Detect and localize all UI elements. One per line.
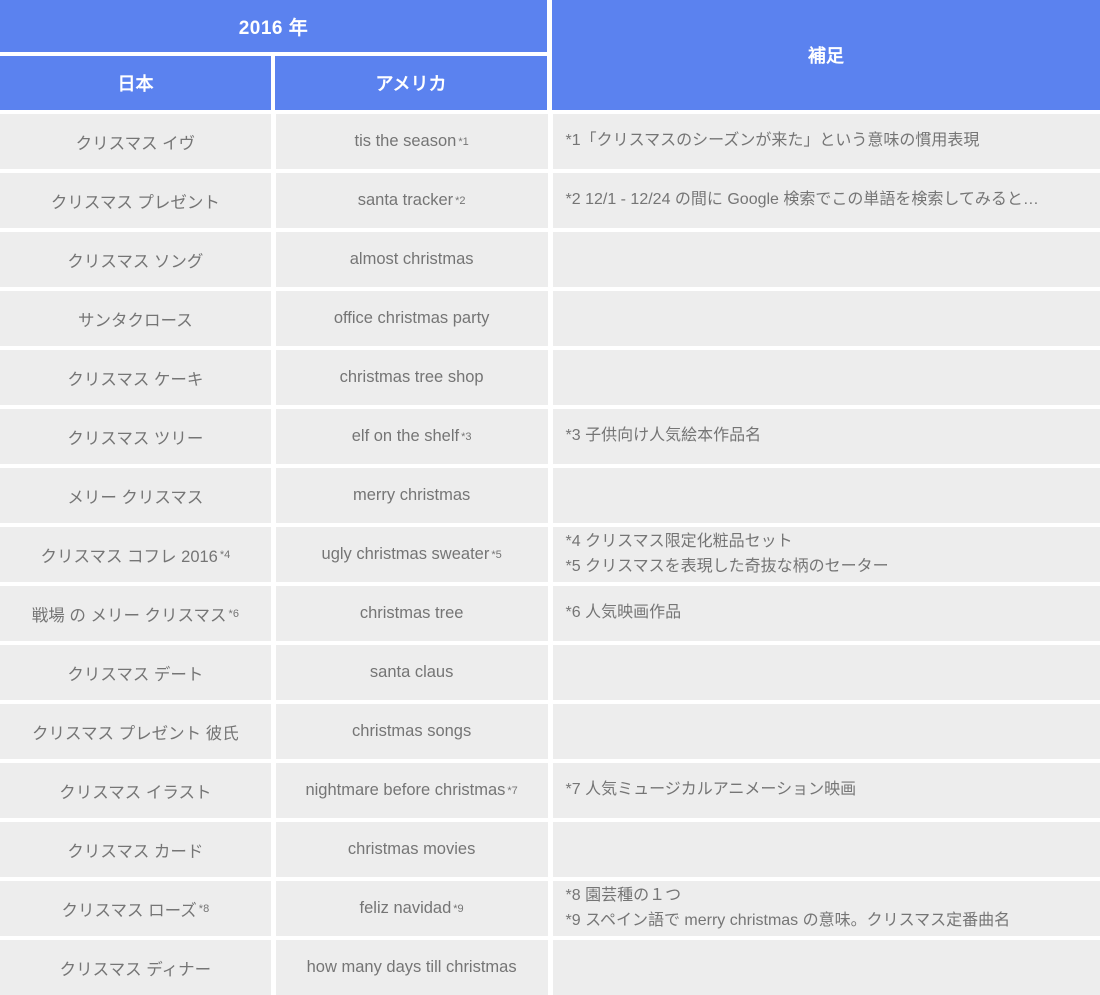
cell-japan-keyword: クリスマス イヴ	[0, 114, 271, 169]
japan-keyword-text: クリスマス デート	[67, 665, 204, 684]
america-keyword-text: merry christmas	[352, 486, 471, 504]
japan-keyword-text: クリスマス ソング	[67, 252, 204, 271]
america-keyword-text: how many days till christmas	[306, 958, 517, 976]
cell-note	[552, 232, 1100, 287]
america-keyword-text: christmas movies	[347, 840, 476, 858]
japan-keyword-text: クリスマス カード	[67, 842, 204, 861]
america-keyword-text: santa claus	[369, 663, 454, 681]
table-row: メリー クリスマス merry christmas	[0, 468, 1100, 523]
america-keyword-text: tis the season	[354, 132, 457, 150]
table-row: サンタクロース office christmas party	[0, 291, 1100, 346]
cell-america-keyword: feliz navidad *9	[275, 881, 548, 936]
japan-keyword-text: クリスマス イヴ	[75, 134, 196, 153]
cell-japan-keyword: サンタクロース	[0, 291, 271, 346]
cell-japan-keyword: クリスマス ディナー	[0, 940, 271, 995]
cell-japan-keyword: クリスマス ソング	[0, 232, 271, 287]
cell-america-keyword: elf on the shelf *3	[275, 409, 548, 464]
cell-note	[552, 350, 1100, 405]
america-keyword-text: christmas songs	[352, 722, 472, 740]
column-header-america: アメリカ	[275, 56, 547, 110]
japan-keyword-text: クリスマス ツリー	[67, 429, 204, 448]
cell-note	[552, 291, 1100, 346]
cell-japan-keyword: クリスマス デート	[0, 645, 271, 700]
column-header-notes: 補足	[552, 0, 1100, 110]
japan-keyword-text: クリスマス プレゼント	[50, 193, 220, 212]
cell-america-keyword: merry christmas	[275, 468, 548, 523]
cell-japan-keyword: クリスマス プレゼント	[0, 173, 271, 228]
table-row: クリスマス カード christmas movies	[0, 822, 1100, 877]
japan-keyword-text: クリスマス コフレ 2016	[40, 547, 218, 566]
cell-note: *3 子供向け人気絵本作品名	[552, 409, 1100, 464]
cell-note: *6 人気映画作品	[552, 586, 1100, 641]
header-left-group: 2016 年 日本 アメリカ	[0, 0, 547, 110]
table-row: 戦場 の メリー クリスマス *6 christmas tree *6 人気映画作品	[0, 586, 1100, 641]
cell-note	[552, 645, 1100, 700]
table-row: クリスマス プレゼント 彼氏 christmas songs	[0, 704, 1100, 759]
cell-america-keyword: christmas tree	[275, 586, 548, 641]
cell-america-keyword: how many days till christmas	[275, 940, 548, 995]
japan-keyword-text: クリスマス イラスト	[59, 783, 212, 802]
japan-keyword-text: サンタクロース	[78, 311, 193, 330]
table-row: クリスマス ツリー elf on the shelf *3 *3 子供向け人気絵本作品…	[0, 409, 1100, 464]
cell-america-keyword: almost christmas	[275, 232, 548, 287]
america-keyword-text: elf on the shelf	[351, 427, 460, 445]
cell-america-keyword: santa tracker *2	[275, 173, 548, 228]
table-row: クリスマス ローズ *8 feliz navidad *9 *8 園芸種の１つ *9 ス…	[0, 881, 1100, 936]
cell-japan-keyword: クリスマス ケーキ	[0, 350, 271, 405]
header-subcolumn-row: 日本 アメリカ	[0, 56, 547, 110]
america-keyword-text: christmas tree	[359, 604, 464, 622]
table-body: クリスマス イヴ tis the season *1 *1「クリスマスのシーズンが来た…	[0, 114, 1100, 995]
japan-keyword-text: クリスマス ケーキ	[67, 370, 204, 389]
america-keyword-text: feliz navidad	[359, 899, 452, 917]
cell-america-keyword: santa claus	[275, 645, 548, 700]
america-keyword-text: office christmas party	[333, 309, 490, 327]
cell-america-keyword: christmas songs	[275, 704, 548, 759]
column-header-japan: 日本	[0, 56, 271, 110]
cell-note: *1「クリスマスのシーズンが来た」という意味の慣用表現	[552, 114, 1100, 169]
cell-note	[552, 468, 1100, 523]
cell-japan-keyword: クリスマス ツリー	[0, 409, 271, 464]
cell-america-keyword: christmas tree shop	[275, 350, 548, 405]
america-keyword-text: santa tracker	[357, 191, 454, 209]
cell-america-keyword: nightmare before christmas *7	[275, 763, 548, 818]
cell-japan-keyword: メリー クリスマス	[0, 468, 271, 523]
japan-keyword-text: クリスマス ローズ	[61, 901, 197, 920]
america-keyword-text: almost christmas	[349, 250, 474, 268]
header-year-label: 2016 年	[0, 0, 547, 52]
table-row: クリスマス ソング almost christmas	[0, 232, 1100, 287]
japan-keyword-text: クリスマス プレゼント 彼氏	[32, 724, 239, 743]
cell-japan-keyword: クリスマス プレゼント 彼氏	[0, 704, 271, 759]
table-row: クリスマス コフレ 2016 *4 ugly christmas sweater *5…	[0, 527, 1100, 582]
cell-note: *8 園芸種の１つ *9 スペイン語で merry christmas の意味。…	[552, 881, 1100, 936]
table-row: クリスマス デート santa claus	[0, 645, 1100, 700]
japan-keyword-text: メリー クリスマス	[67, 488, 204, 507]
table-row: クリスマス ケーキ christmas tree shop	[0, 350, 1100, 405]
cell-japan-keyword: クリスマス カード	[0, 822, 271, 877]
cell-japan-keyword: クリスマス ローズ *8	[0, 881, 271, 936]
america-keyword-text: christmas tree shop	[339, 368, 484, 386]
cell-japan-keyword: 戦場 の メリー クリスマス *6	[0, 586, 271, 641]
table-row: クリスマス イラスト nightmare before christmas *7 *7…	[0, 763, 1100, 818]
cell-america-keyword: tis the season *1	[275, 114, 548, 169]
cell-japan-keyword: クリスマス イラスト	[0, 763, 271, 818]
japan-keyword-text: クリスマス ディナー	[59, 960, 212, 979]
america-keyword-text: nightmare before christmas	[305, 781, 506, 799]
table-header: 2016 年 日本 アメリカ 補足	[0, 0, 1100, 110]
cell-america-keyword: ugly christmas sweater *5	[275, 527, 548, 582]
cell-america-keyword: office christmas party	[275, 291, 548, 346]
cell-note: *4 クリスマス限定化粧品セット *5 クリスマスを表現した奇抜な柄のセーター	[552, 527, 1100, 582]
cell-note	[552, 822, 1100, 877]
cell-japan-keyword: クリスマス コフレ 2016 *4	[0, 527, 271, 582]
keyword-comparison-table: 2016 年 日本 アメリカ 補足 クリスマス イヴ tis the season…	[0, 0, 1100, 995]
america-keyword-text: ugly christmas sweater	[321, 545, 490, 563]
japan-keyword-text: 戦場 の メリー クリスマス	[31, 606, 227, 625]
table-row: クリスマス イヴ tis the season *1 *1「クリスマスのシーズンが来た…	[0, 114, 1100, 169]
table-row: クリスマス プレゼント santa tracker *2 *2 12/1 - 12/2…	[0, 173, 1100, 228]
cell-note	[552, 940, 1100, 995]
cell-note	[552, 704, 1100, 759]
cell-america-keyword: christmas movies	[275, 822, 548, 877]
table-row: クリスマス ディナー how many days till christmas	[0, 940, 1100, 995]
cell-note: *2 12/1 - 12/24 の間に Google 検索でこの単語を検索してみ…	[552, 173, 1100, 228]
cell-note: *7 人気ミュージカルアニメーション映画	[552, 763, 1100, 818]
